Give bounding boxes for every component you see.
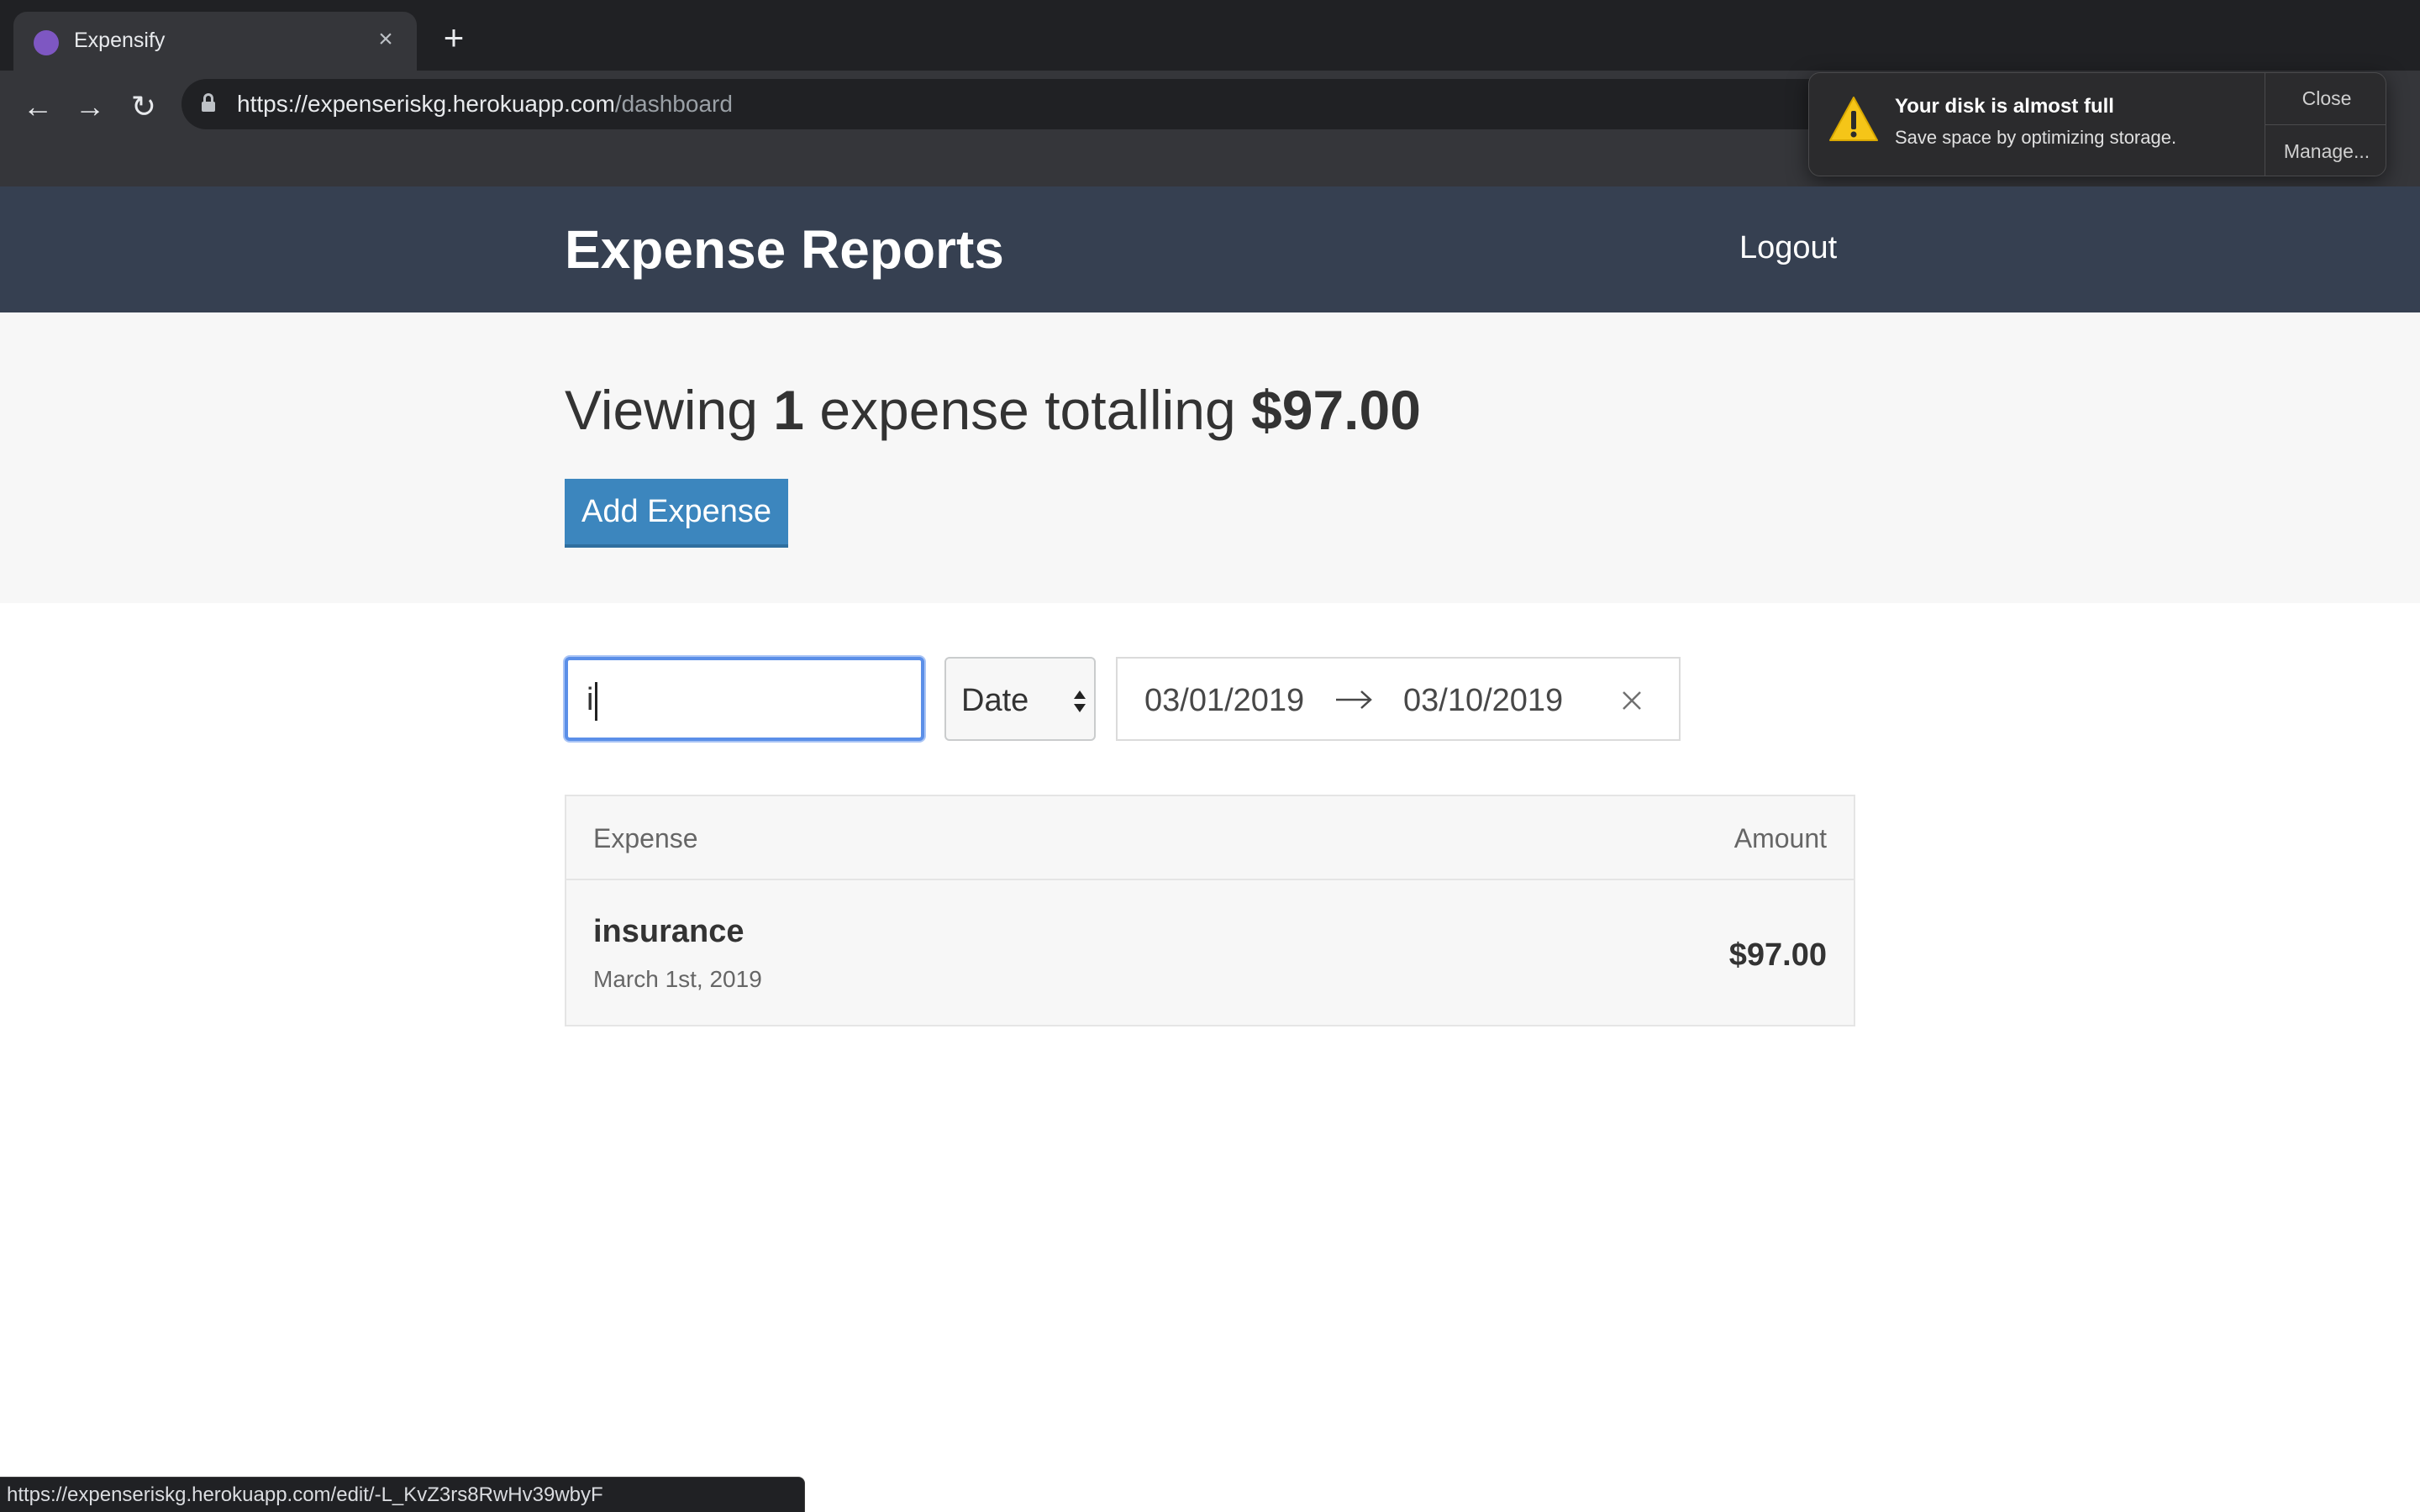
forward-icon[interactable]: → bbox=[67, 84, 113, 129]
status-url: https://expenseriskg.herokuapp.com/edit/… bbox=[7, 1483, 603, 1506]
app-title[interactable]: Expense Reports bbox=[565, 218, 1004, 281]
back-icon[interactable]: ← bbox=[15, 84, 60, 129]
sort-by-value: Date bbox=[961, 683, 1029, 718]
logout-button[interactable]: Logout bbox=[1739, 230, 1837, 266]
expense-description: insurance bbox=[593, 914, 744, 949]
expense-total: $97.00 bbox=[1251, 379, 1421, 441]
notification-manage-button[interactable]: Manage... bbox=[2265, 125, 2386, 176]
start-date-input[interactable]: 03/01/2019 bbox=[1144, 683, 1304, 719]
new-tab-icon[interactable]: + bbox=[437, 20, 471, 55]
clear-dates-icon[interactable] bbox=[1618, 687, 1645, 714]
notification-body: Save space by optimizing storage. bbox=[1895, 127, 2177, 148]
expense-date: March 1st, 2019 bbox=[593, 966, 762, 992]
expense-list-item[interactable]: insurance March 1st, 2019 $97.00 bbox=[566, 882, 1854, 1025]
browser-tabstrip: Expensify × + bbox=[0, 0, 2420, 71]
summary-middle: expense totalling bbox=[819, 379, 1236, 441]
disk-full-notification: Your disk is almost full Save space by o… bbox=[1808, 72, 2386, 176]
text-filter-value: i bbox=[587, 682, 594, 717]
end-date-input[interactable]: 03/10/2019 bbox=[1403, 683, 1563, 719]
arrow-right-icon bbox=[1336, 690, 1372, 709]
select-arrows-icon bbox=[1074, 690, 1086, 712]
favicon-icon bbox=[34, 30, 59, 55]
url-text: https://expenseriskg.herokuapp.com/dashb… bbox=[237, 91, 733, 118]
expense-amount: $97.00 bbox=[1728, 937, 1827, 973]
notification-title: Your disk is almost full bbox=[1895, 95, 2114, 118]
expense-list: Expense Amount insurance March 1st, 2019… bbox=[565, 795, 1855, 1026]
expense-count: 1 bbox=[773, 379, 804, 441]
browser-tab[interactable]: Expensify × bbox=[13, 12, 417, 71]
summary-title: Viewing 1 expense totalling $97.00 bbox=[565, 378, 1421, 442]
add-expense-button[interactable]: Add Expense bbox=[565, 479, 788, 548]
tab-title: Expensify bbox=[74, 29, 166, 52]
column-header-amount: Amount bbox=[1733, 823, 1827, 853]
reload-icon[interactable]: ↻ bbox=[121, 84, 166, 129]
notification-close-button[interactable]: Close bbox=[2265, 73, 2386, 125]
url-base: https://expenseriskg.herokuapp.com bbox=[237, 91, 615, 117]
address-bar[interactable]: https://expenseriskg.herokuapp.com/dashb… bbox=[182, 79, 1988, 129]
app-header: Expense Reports Logout bbox=[0, 186, 2420, 312]
notification-actions: Close Manage... bbox=[2265, 73, 2386, 176]
expenses-summary: Viewing 1 expense totalling $97.00 Add E… bbox=[0, 312, 2420, 603]
text-filter-input[interactable]: i bbox=[565, 657, 924, 741]
sort-by-select[interactable]: Date bbox=[944, 657, 1096, 741]
url-path: /dashboard bbox=[614, 91, 733, 117]
lock-icon bbox=[202, 93, 215, 112]
text-cursor bbox=[595, 682, 597, 721]
expense-list-header: Expense Amount bbox=[566, 796, 1854, 880]
warning-icon bbox=[1829, 97, 1878, 141]
column-header-expense: Expense bbox=[593, 823, 698, 853]
summary-prefix: Viewing bbox=[565, 379, 758, 441]
tab-close-icon[interactable]: × bbox=[371, 25, 400, 54]
date-range-picker: 03/01/2019 03/10/2019 bbox=[1116, 657, 1681, 741]
link-status-bar: https://expenseriskg.herokuapp.com/edit/… bbox=[0, 1477, 805, 1512]
